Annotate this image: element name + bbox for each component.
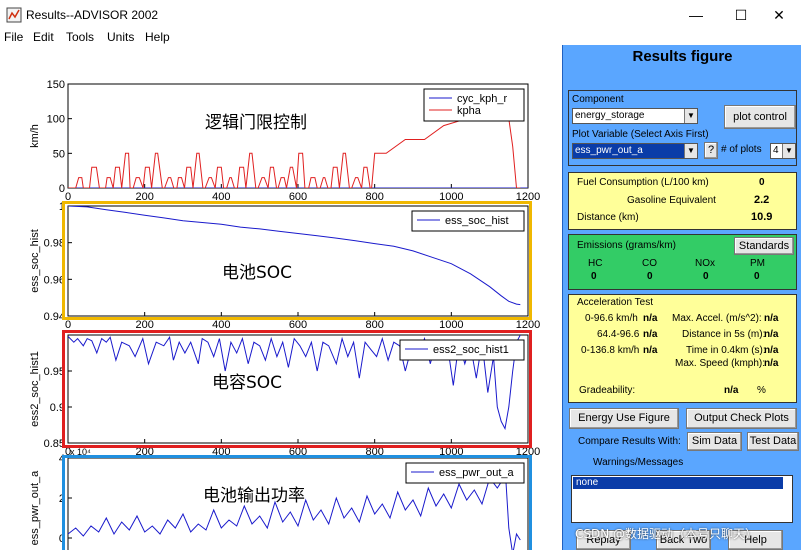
compare-results-label: Compare Results With:: [578, 436, 681, 447]
emission-hc-label: HC: [588, 258, 603, 269]
csdn-watermark: CSDN @数据驱动（本号只聊天）: [575, 527, 758, 541]
plot1-ytick-label: 100: [47, 114, 65, 126]
gradeability-unit: %: [757, 385, 766, 396]
distance-value: 10.9: [751, 211, 773, 223]
battery-soc-highlight-box: [62, 201, 532, 320]
minimize-button[interactable]: —: [673, 0, 719, 30]
plots-area: 0 200 400 600 800 1000 1200 0 50 100 150 km/h cyc_kp…: [0, 45, 562, 550]
plot1-ytick-label: 50: [53, 148, 65, 160]
annotation-logic-threshold: 逻辑门限控制: [205, 113, 307, 133]
test-data-button[interactable]: Test Data: [747, 432, 799, 451]
plot3-ylabel: ess2_soc_hist1: [29, 351, 41, 427]
results-panel: Results figure Component energy_storage …: [562, 45, 801, 550]
gradeability-value: n/a: [724, 385, 739, 396]
emission-pm-label: PM: [750, 258, 765, 269]
warnings-listbox[interactable]: none: [571, 475, 793, 523]
plot1-ytick-label: 150: [47, 79, 65, 91]
plot-variable-dropdown[interactable]: ess_pwr_out_a ▼: [572, 143, 698, 159]
fuel-section: Fuel Consumption (L/100 km) 0 Gasoline E…: [568, 172, 797, 230]
plot1-legend-label: cyc_kph_r: [457, 93, 507, 105]
distance-5s-value: n/a: [764, 329, 779, 340]
fuel-consumption-label: Fuel Consumption (L/100 km): [577, 177, 709, 188]
menu-tools[interactable]: Tools: [66, 30, 94, 44]
menu-file[interactable]: File: [4, 30, 23, 44]
plot1-ytick-label: 0: [59, 183, 65, 195]
emission-pm-value: 0: [754, 271, 760, 282]
emission-co-label: CO: [642, 258, 657, 269]
emission-nox-value: 0: [703, 271, 709, 282]
emissions-section: Emissions (grams/km) Standards HC 0 CO 0…: [568, 234, 797, 290]
annotation-battery-power: 电池输出功率: [203, 486, 305, 506]
distance-label: Distance (km): [577, 212, 639, 223]
component-label: Component: [572, 94, 624, 105]
chevron-down-icon: ▼: [684, 144, 697, 158]
menu-edit[interactable]: Edit: [33, 30, 54, 44]
emission-hc-value: 0: [591, 271, 597, 282]
gasoline-equivalent-label: Gasoline Equivalent: [627, 195, 716, 206]
acceleration-test-label: Acceleration Test: [577, 297, 653, 308]
accel-0-96-value: n/a: [643, 313, 658, 324]
accel-0-96-label: 0-96.6 km/h: [585, 313, 638, 324]
panel-title: Results figure: [632, 48, 733, 65]
fuel-consumption-value: 0: [759, 177, 765, 188]
window-title: Results--ADVISOR 2002: [26, 8, 159, 22]
output-check-plots-button[interactable]: Output Check Plots: [686, 408, 797, 429]
accel-64-96-value: n/a: [643, 329, 658, 340]
chevron-down-icon: ▼: [684, 109, 697, 123]
max-speed-value: n/a: [764, 358, 779, 369]
gasoline-equivalent-value: 2.2: [754, 194, 770, 206]
plot-variable-value: ess_pwr_out_a: [575, 145, 643, 156]
max-accel-label: Max. Accel. (m/s^2):: [672, 313, 762, 324]
sim-data-button[interactable]: Sim Data: [687, 432, 742, 451]
component-value: energy_storage: [575, 110, 645, 121]
menu-units[interactable]: Units: [107, 30, 134, 44]
distance-5s-label: Distance in 5s (m):: [682, 329, 766, 340]
warnings-messages-label: Warnings/Messages: [593, 457, 684, 468]
annotation-capacitor-soc: 电容SOC: [212, 373, 283, 393]
close-button[interactable]: ✕: [756, 0, 801, 30]
accel-64-96-label: 64.4-96.6: [597, 329, 640, 340]
plot-variable-label: Plot Variable (Select Axis First): [572, 129, 709, 140]
warnings-item[interactable]: none: [573, 477, 783, 489]
plot-control-button[interactable]: plot control: [724, 105, 796, 129]
standards-button[interactable]: Standards: [734, 237, 794, 255]
matlab-app-icon: [6, 7, 22, 23]
menu-help[interactable]: Help: [145, 30, 170, 44]
accel-0-136-label: 0-136.8 km/h: [581, 345, 640, 356]
chevron-down-icon: ▼: [782, 144, 795, 158]
energy-use-figure-button[interactable]: Energy Use Figure: [569, 408, 679, 429]
plot4-ylabel: ess_pwr_out_a: [29, 470, 41, 545]
max-accel-value: n/a: [764, 313, 779, 324]
gradeability-label: Gradeability:: [579, 385, 636, 396]
help-question-button[interactable]: ?: [704, 142, 718, 159]
time-04km-value: n/a: [764, 345, 779, 356]
component-dropdown[interactable]: energy_storage ▼: [572, 108, 698, 124]
acceleration-section: Acceleration Test 0-96.6 km/h n/a 64.4-9…: [568, 294, 797, 403]
num-plots-label: # of plots: [721, 144, 762, 155]
plot1-ylabel: km/h: [29, 124, 41, 148]
emission-nox-label: NOx: [695, 258, 715, 269]
capacitor-soc-highlight-box: [62, 330, 532, 448]
annotation-battery-soc: 电池SOC: [222, 263, 293, 283]
num-plots-dropdown[interactable]: 4 ▼: [770, 143, 796, 159]
time-04km-label: Time in 0.4km (s):: [686, 345, 766, 356]
emission-co-value: 0: [647, 271, 653, 282]
max-speed-label: Max. Speed (kmph):: [675, 358, 766, 369]
title-bar: Results--ADVISOR 2002 — ☐ ✕: [0, 0, 801, 30]
menu-bar: File Edit Tools Units Help: [0, 30, 801, 45]
emissions-label: Emissions (grams/km): [577, 240, 676, 251]
num-plots-value: 4: [773, 145, 779, 156]
plot2-ylabel: ess_soc_hist: [29, 229, 41, 293]
plot1-legend-label: kpha: [457, 105, 482, 117]
component-section: Component energy_storage ▼ plot control …: [568, 90, 797, 166]
accel-0-136-value: n/a: [643, 345, 658, 356]
